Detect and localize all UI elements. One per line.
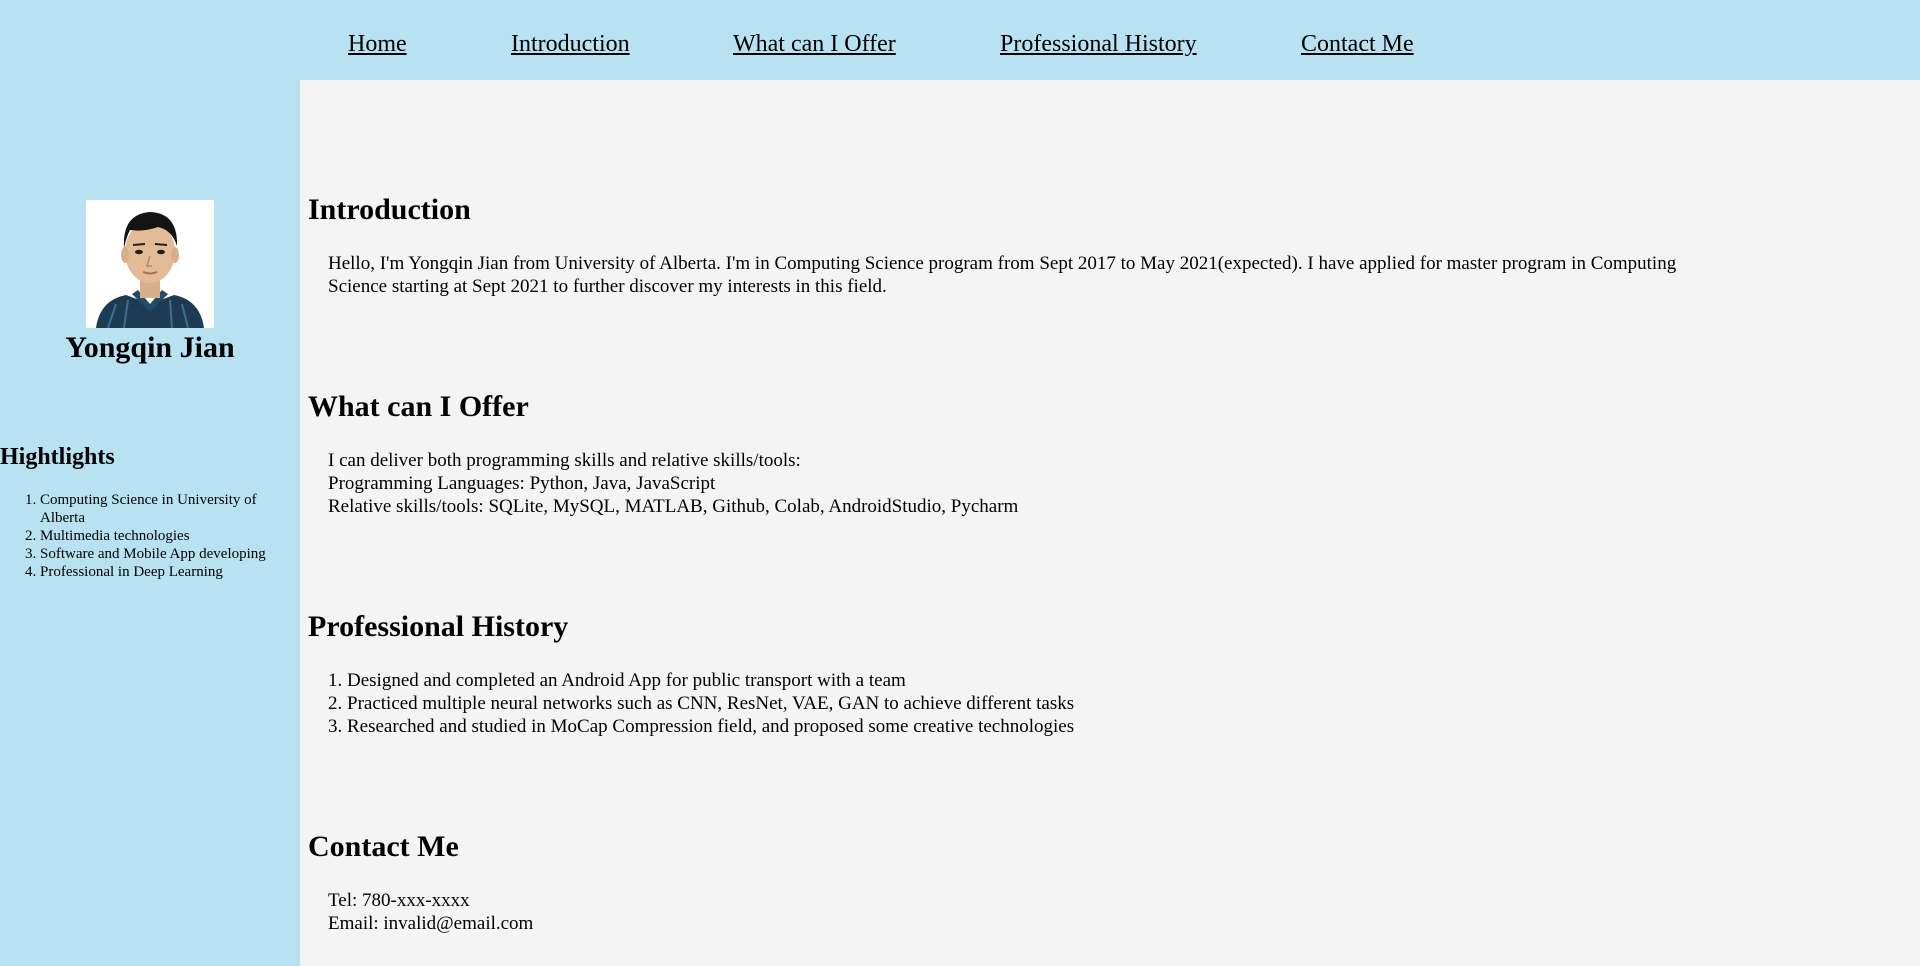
sidebar: Yongqin Jian Hightlights Computing Scien… bbox=[0, 0, 300, 966]
nav-link-home[interactable]: Home bbox=[348, 29, 407, 59]
highlights-item: Professional in Deep Learning bbox=[40, 563, 290, 581]
offer-line: I can deliver both programming skills an… bbox=[328, 450, 801, 471]
profile-name: Yongqin Jian bbox=[65, 331, 235, 364]
highlights-item: Software and Mobile App developing bbox=[40, 545, 290, 563]
main-content bbox=[300, 80, 1920, 966]
introduction-text: Hello, I'm Yongqin Jian from University … bbox=[328, 253, 1677, 297]
nav-link-what-can-i-offer[interactable]: What can I Offer bbox=[733, 29, 896, 59]
offer-line: Relative skills/tools: SQLite, MySQL, MA… bbox=[328, 496, 1019, 517]
history-item: 2. Practiced multiple neural networks su… bbox=[328, 693, 1075, 714]
history-item: 1. Designed and completed an Android App… bbox=[328, 670, 906, 691]
highlights-heading: Hightlights bbox=[0, 444, 115, 470]
history-heading: Professional History bbox=[308, 610, 569, 643]
introduction-heading: Introduction bbox=[308, 193, 471, 226]
highlights-list: Computing Science in University of Alber… bbox=[0, 491, 290, 581]
contact-text: Tel: 780-xxx-xxxx Email: invalid@email.c… bbox=[328, 889, 1708, 935]
contact-heading: Contact Me bbox=[308, 830, 459, 863]
history-list: 1. Designed and completed an Android App… bbox=[328, 669, 1074, 738]
profile-photo bbox=[86, 200, 214, 328]
offer-line: Programming Languages: Python, Java, Jav… bbox=[328, 473, 716, 494]
offer-heading: What can I Offer bbox=[308, 390, 529, 423]
top-navigation: Home Introduction What can I Offer Profe… bbox=[300, 0, 1920, 80]
offer-text: I can deliver both programming skills an… bbox=[328, 449, 1708, 518]
highlights-item: Multimedia technologies bbox=[40, 527, 290, 545]
history-item: 3. Researched and studied in MoCap Compr… bbox=[328, 716, 1075, 737]
contact-email: Email: invalid@email.com bbox=[328, 913, 534, 934]
contact-phone: Tel: 780-xxx-xxxx bbox=[328, 890, 470, 911]
highlights-item: Computing Science in University of Alber… bbox=[40, 491, 290, 527]
nav-link-introduction[interactable]: Introduction bbox=[511, 29, 630, 59]
nav-link-professional-history[interactable]: Professional History bbox=[1000, 29, 1197, 59]
nav-link-contact-me[interactable]: Contact Me bbox=[1301, 29, 1414, 59]
